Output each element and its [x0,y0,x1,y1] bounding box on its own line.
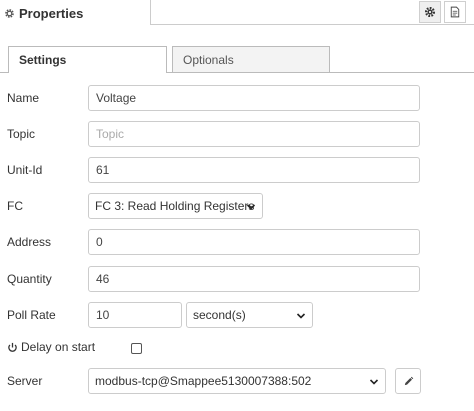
delay-on-start-checkbox[interactable] [131,343,142,354]
unit-id-input[interactable] [88,157,420,183]
description-button[interactable] [444,1,466,23]
chevron-down-icon [246,204,256,210]
delay-on-start-text: Delay on start [21,340,96,354]
settings-button[interactable] [419,1,441,23]
address-label: Address [7,235,52,249]
topic-input[interactable] [88,121,420,147]
tab-settings[interactable]: Settings [8,46,167,73]
fc-label: FC [7,199,23,213]
pencil-icon [404,376,413,385]
chevron-down-icon [369,379,379,385]
document-icon [450,6,460,18]
tab-settings-label: Settings [19,53,67,67]
chevron-down-icon [296,313,306,319]
delay-on-start-label: Delay on start [7,334,95,360]
address-input[interactable] [88,229,420,255]
topic-label: Topic [7,127,36,141]
header-toolbar [150,0,474,25]
gear-icon [5,8,14,18]
gear-icon [424,6,436,18]
tab-optionals-label: Optionals [183,52,234,67]
poll-rate-unit-select[interactable]: second(s) [186,302,313,328]
properties-header: Properties [0,0,474,26]
server-label: Server [7,374,43,388]
poll-rate-label: Poll Rate [7,308,56,322]
poll-rate-unit-value: second(s) [193,308,246,322]
name-label: Name [7,91,40,105]
tab-optionals[interactable]: Optionals [172,46,330,72]
properties-title: Properties [4,4,83,22]
server-select[interactable]: modbus-tcp@Smappee5130007388:502 [88,368,386,394]
quantity-label: Quantity [7,272,52,286]
fc-select[interactable]: FC 3: Read Holding Registers [88,193,263,219]
fc-select-value: FC 3: Read Holding Registers [95,199,255,213]
power-icon [8,342,17,352]
server-select-value: modbus-tcp@Smappee5130007388:502 [95,374,312,388]
poll-rate-input[interactable] [88,302,182,328]
properties-title-text: Properties [19,5,84,21]
edit-server-button[interactable] [395,368,421,394]
quantity-input[interactable] [88,266,420,292]
unit-id-label: Unit-Id [7,163,43,177]
name-input[interactable] [88,85,420,111]
